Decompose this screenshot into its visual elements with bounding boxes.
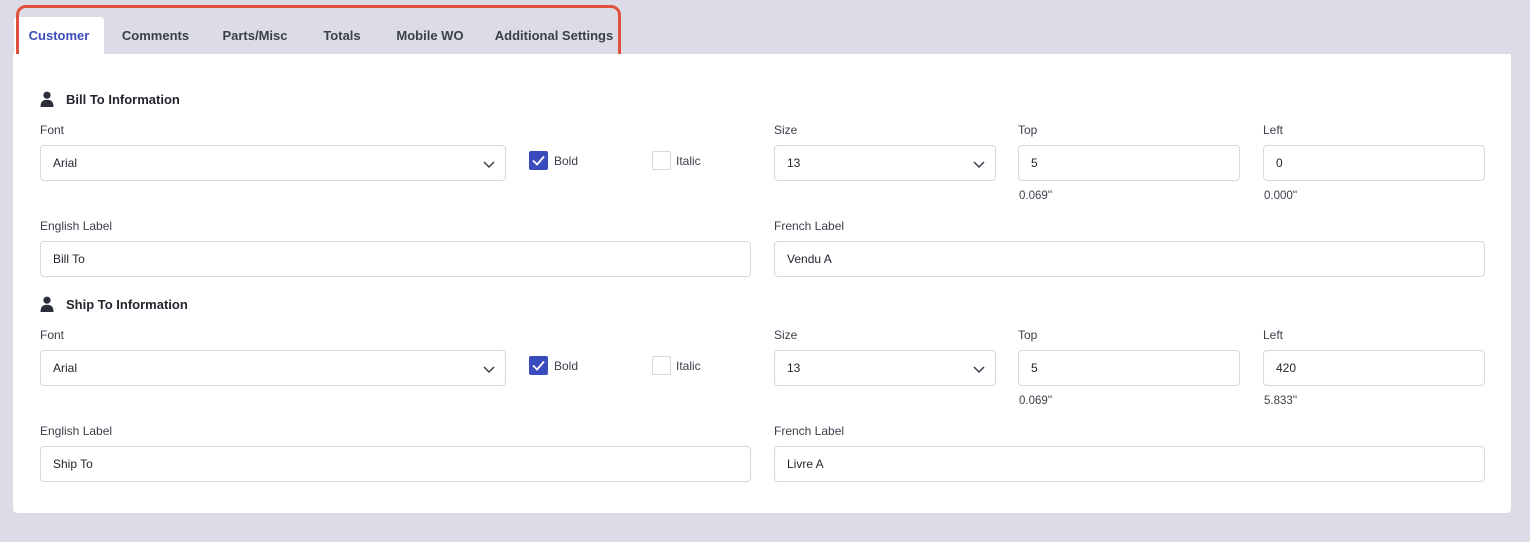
bill-to-italic-checkbox[interactable] (652, 151, 671, 170)
bill-to-left-input[interactable]: 0 (1263, 145, 1485, 181)
ship-to-left-input[interactable]: 420 (1263, 350, 1485, 386)
ship-to-font-label: Font (40, 328, 65, 342)
bill-to-left-value: 0 (1276, 156, 1283, 170)
ship-to-size-select[interactable]: 13 (774, 350, 996, 386)
bill-to-top-inches: 0.069'' (1019, 190, 1053, 202)
bill-to-top-input[interactable]: 5 (1018, 145, 1240, 181)
tab-customer[interactable]: Customer (14, 17, 104, 54)
ship-to-section-title: Ship To Information (40, 296, 188, 312)
tab-parts-misc[interactable]: Parts/Misc (207, 17, 303, 54)
user-icon (40, 91, 54, 107)
ship-to-english-label-label: English Label (40, 424, 113, 438)
bill-to-font-label: Font (40, 123, 65, 137)
chevron-down-icon (483, 366, 495, 374)
ship-to-italic-checkbox[interactable] (652, 356, 671, 375)
tab-additional-settings[interactable]: Additional Settings (479, 17, 629, 54)
tab-mobile-wo[interactable]: Mobile WO (381, 17, 479, 54)
bill-to-title-text: Bill To Information (66, 91, 180, 107)
ship-to-french-label-label: French Label (774, 424, 845, 438)
chevron-down-icon (973, 366, 985, 374)
tab-comments[interactable]: Comments (104, 17, 207, 54)
ship-to-size-value: 13 (787, 361, 801, 375)
ship-to-bold-checkbox[interactable] (529, 356, 548, 375)
user-icon (40, 296, 54, 312)
bill-to-english-label-value: Bill To (53, 252, 85, 266)
bill-to-english-label-label: English Label (40, 219, 113, 233)
ship-to-top-label: Top (1018, 328, 1038, 342)
bill-to-italic-label: Italic (676, 154, 701, 168)
checkmark-icon (532, 360, 545, 371)
tab-bar: Customer Comments Parts/Misc Totals Mobi… (14, 17, 629, 54)
ship-to-left-inches: 5.833'' (1264, 395, 1298, 407)
bill-to-french-label-value: Vendu A (787, 252, 832, 266)
bill-to-section-title: Bill To Information (40, 91, 180, 107)
chevron-down-icon (973, 161, 985, 169)
ship-to-french-label-input[interactable]: Livre A (774, 446, 1485, 482)
tab-totals[interactable]: Totals (303, 17, 381, 54)
bill-to-size-select[interactable]: 13 (774, 145, 996, 181)
ship-to-font-value: Arial (53, 361, 78, 375)
ship-to-english-label-value: Ship To (53, 457, 93, 471)
customer-settings-panel (13, 54, 1511, 513)
bill-to-bold-checkbox[interactable] (529, 151, 548, 170)
bill-to-french-label-label: French Label (774, 219, 845, 233)
ship-to-top-input[interactable]: 5 (1018, 350, 1240, 386)
chevron-down-icon (483, 161, 495, 169)
ship-to-top-inches: 0.069'' (1019, 395, 1053, 407)
ship-to-bold-label: Bold (554, 359, 579, 373)
bill-to-size-label: Size (774, 123, 798, 137)
ship-to-italic-label: Italic (676, 359, 701, 373)
bill-to-english-label-input[interactable]: Bill To (40, 241, 751, 277)
bill-to-bold-label: Bold (554, 154, 579, 168)
ship-to-size-label: Size (774, 328, 798, 342)
ship-to-left-label: Left (1263, 328, 1284, 342)
bill-to-left-label: Left (1263, 123, 1284, 137)
ship-to-top-value: 5 (1031, 361, 1038, 375)
ship-to-left-value: 420 (1276, 361, 1297, 375)
checkmark-icon (532, 155, 545, 166)
bill-to-french-label-input[interactable]: Vendu A (774, 241, 1485, 277)
bill-to-size-value: 13 (787, 156, 801, 170)
ship-to-title-text: Ship To Information (66, 296, 188, 312)
bill-to-top-value: 5 (1031, 156, 1038, 170)
ship-to-french-label-value: Livre A (787, 457, 824, 471)
bill-to-font-select[interactable]: Arial (40, 145, 506, 181)
bill-to-top-label: Top (1018, 123, 1038, 137)
ship-to-font-select[interactable]: Arial (40, 350, 506, 386)
ship-to-english-label-input[interactable]: Ship To (40, 446, 751, 482)
bill-to-font-value: Arial (53, 156, 78, 170)
bill-to-left-inches: 0.000'' (1264, 190, 1298, 202)
